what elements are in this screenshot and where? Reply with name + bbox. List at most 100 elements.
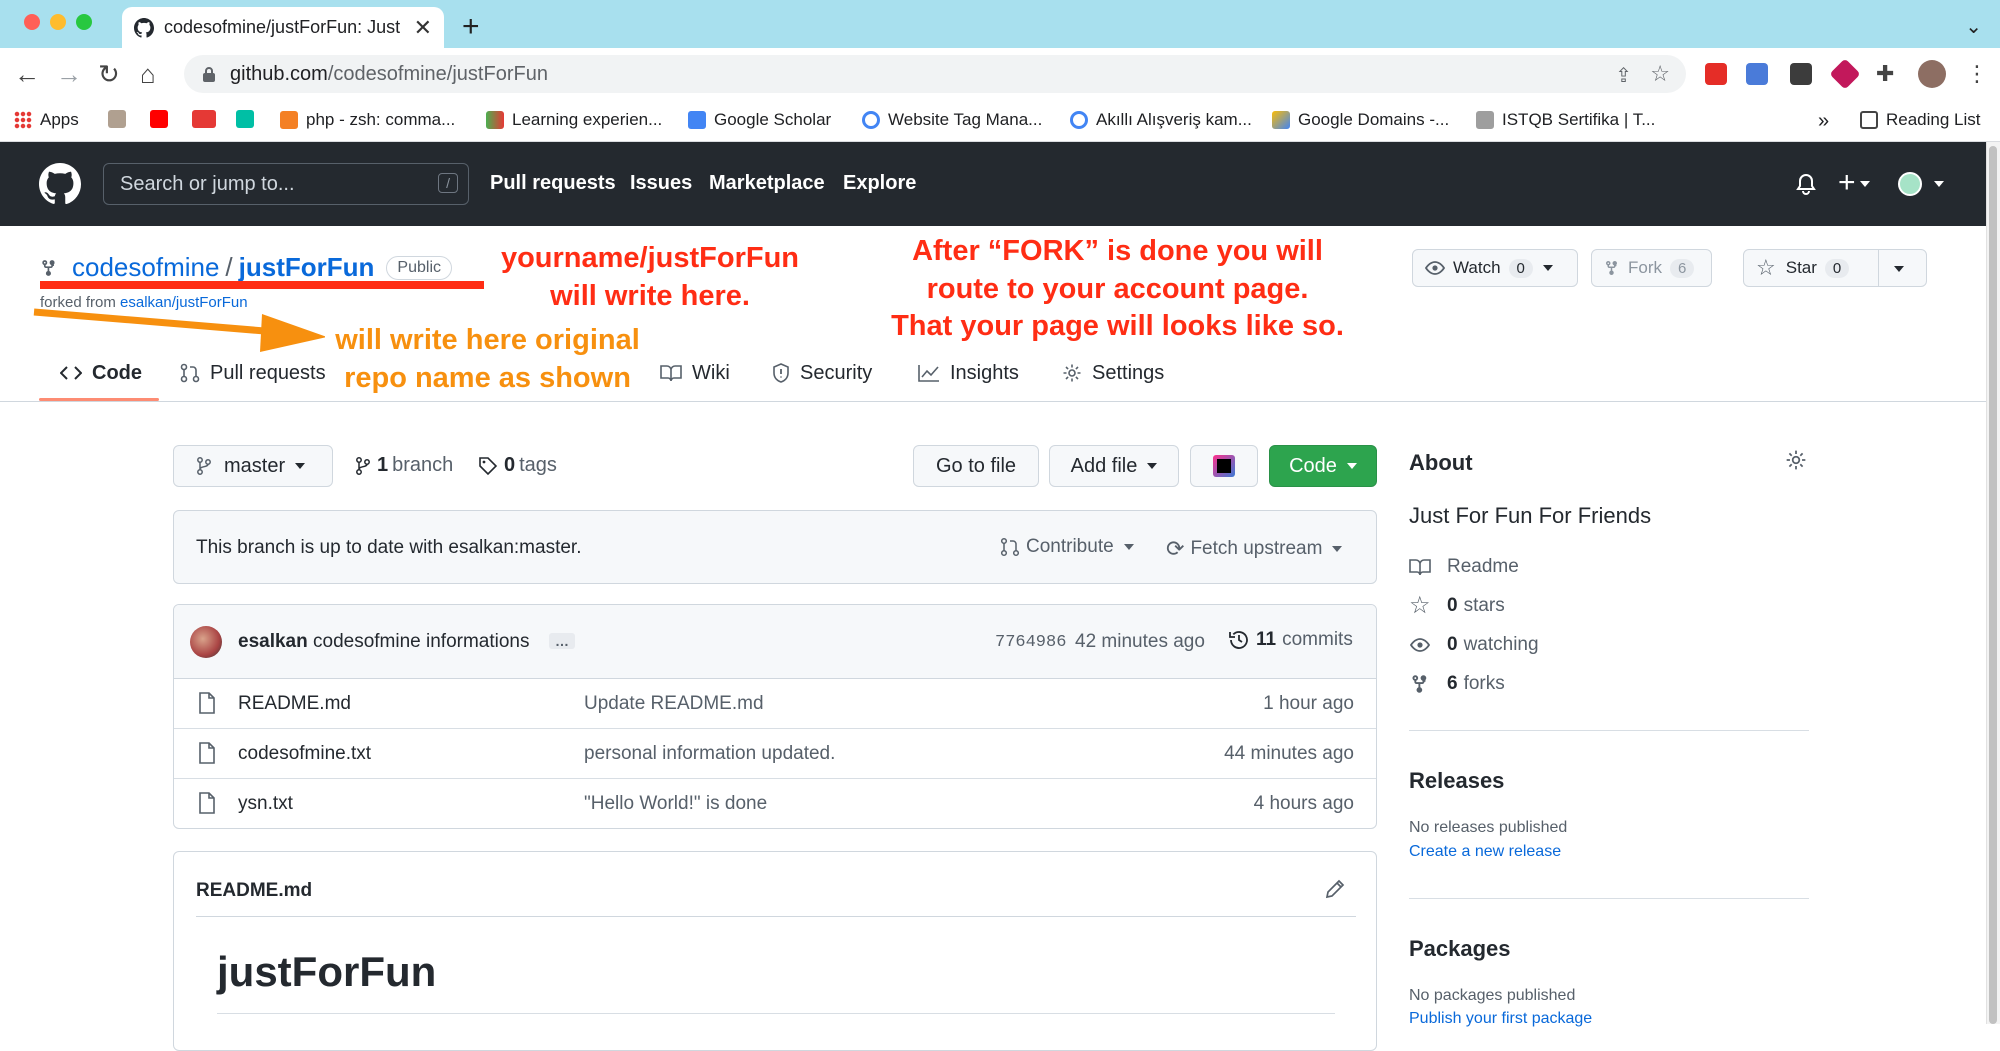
bookmark-learning[interactable]: Learning experien... [486,110,662,130]
bookmark-google-domains[interactable]: Google Domains -... [1272,110,1449,130]
bookmarks-overflow-button[interactable]: » [1818,110,1829,133]
star-button[interactable]: ☆ Star 0 [1743,249,1927,287]
watch-button[interactable]: Watch 0 [1412,249,1578,287]
bookmark-a[interactable] [236,110,262,128]
go-to-file-button[interactable]: Go to file [913,445,1039,487]
commit-message-link[interactable]: codesofmine informations [313,631,530,653]
address-bar[interactable]: github.com/codesofmine/justForFun ⇪ ☆ [184,55,1686,93]
author-avatar[interactable] [190,626,222,658]
reload-icon[interactable]: ↻ [98,58,120,90]
notifications-bell-icon[interactable] [1796,173,1816,195]
fetch-upstream-button[interactable]: ⟳ Fetch upstream [1166,536,1343,562]
nav-pull-requests[interactable]: Pull requests [490,172,616,195]
pencil-edit-icon[interactable] [1324,878,1346,900]
sidebar-divider [1409,898,1809,899]
tab-wiki[interactable]: Wiki [660,356,730,390]
new-tab-button[interactable]: + [462,10,480,44]
page-scrollbar-thumb[interactable] [1989,146,1997,1024]
commits-count: 11 [1256,629,1277,650]
repo-name-link[interactable]: justForFun [239,252,375,283]
about-settings-gear-icon[interactable] [1785,449,1807,471]
publish-package-link[interactable]: Publish your first package [1409,1010,1592,1028]
file-row[interactable]: ysn.txt "Hello World!" is done 4 hours a… [174,779,1376,828]
file-row[interactable]: codesofmine.txt personal information upd… [174,729,1376,779]
bookmark-star-icon[interactable]: ☆ [1650,61,1670,87]
fork-button[interactable]: Fork 6 [1591,249,1712,287]
tab-close-icon[interactable]: ✕ [414,15,432,41]
bookmark-youtube[interactable] [150,110,176,128]
tab-search-chevron-icon[interactable]: ⌄ [1965,14,1982,39]
create-new-plus-icon[interactable]: + [1838,166,1870,200]
nav-issues[interactable]: Issues [630,172,692,195]
repo-owner-link[interactable]: codesofmine [72,252,219,283]
file-name-link[interactable]: ysn.txt [238,793,293,815]
create-release-link[interactable]: Create a new release [1409,843,1561,861]
fork-icon [1606,260,1617,276]
bookmark-icon-only-1[interactable] [108,110,134,128]
branch-select-button[interactable]: master [173,445,333,487]
stars-link[interactable]: ☆ 0 stars [1409,594,1505,618]
tab-pull-requests[interactable]: Pull requests [180,356,326,390]
watch-chevron-down-icon [1542,265,1553,271]
domains-favicon-icon [1272,111,1290,129]
translate-extension-icon[interactable] [1746,63,1768,85]
bookmark-scholar[interactable]: Google Scholar [688,110,831,130]
branches-link[interactable]: 1 branch [355,454,453,477]
nav-explore[interactable]: Explore [843,172,916,195]
annotation-after-fork: After “FORK” is done you will route to y… [885,229,1350,342]
tab-code[interactable]: Code [60,356,142,390]
bookmark-qa[interactable] [192,110,224,128]
star-list-chevron-down-icon[interactable] [1894,266,1904,272]
file-name-link[interactable]: codesofmine.txt [238,743,371,765]
forks-link[interactable]: 6 forks [1409,673,1505,695]
gem-extension-icon[interactable] [1829,58,1861,90]
contribute-button[interactable]: Contribute [1000,536,1134,558]
file-row[interactable]: README.md Update README.md 1 hour ago [174,679,1376,729]
close-window-button[interactable] [24,14,40,30]
bookmark-tag-manager[interactable]: Website Tag Mana... [862,110,1042,130]
tab-security[interactable]: Security [772,356,872,390]
open-in-ide-button[interactable] [1190,445,1258,487]
share-icon[interactable]: ⇪ [1615,63,1632,88]
home-icon[interactable]: ⌂ [140,58,156,90]
tab-insights[interactable]: Insights [918,356,1019,390]
search-input[interactable]: Search or jump to... / [103,163,469,205]
puzzle-extensions-icon[interactable]: ✚ [1876,63,1898,85]
profile-avatar[interactable] [1918,60,1946,88]
browser-tab-active[interactable]: codesofmine/justForFun: Just F ✕ [122,7,444,48]
bookmark-label: Website Tag Mana... [888,110,1043,129]
avatar-chevron-down-icon[interactable] [1934,181,1944,187]
bookmark-php[interactable]: php - zsh: comma... [280,110,455,130]
file-commit-message-link[interactable]: Update README.md [584,693,764,715]
file-commit-message-link[interactable]: personal information updated. [584,743,835,765]
commit-author-link[interactable]: esalkan [238,631,308,653]
youtube-extension-icon[interactable] [1705,63,1727,85]
github-logo-icon[interactable] [39,163,81,205]
releases-heading[interactable]: Releases [1409,768,1504,794]
readme-link[interactable]: Readme [1409,556,1519,578]
commits-history-link[interactable]: 11 commits [1228,629,1353,651]
user-avatar[interactable] [1898,172,1922,196]
back-arrow-icon[interactable]: ← [14,58,40,90]
file-name-link[interactable]: README.md [238,693,351,715]
selenium-extension-icon[interactable] [1790,63,1812,85]
file-commit-message-link[interactable]: "Hello World!" is done [584,793,767,815]
watch-count: 0 [1508,258,1533,278]
bookmark-apps[interactable]: Apps [14,110,79,130]
code-download-button[interactable]: Code [1269,445,1377,487]
bookmark-istqb[interactable]: ISTQB Sertifika | T... [1476,110,1655,130]
commit-expand-button[interactable]: … [549,633,575,649]
reading-list-button[interactable]: Reading List [1860,110,1981,130]
tab-settings[interactable]: Settings [1062,356,1164,390]
minimize-window-button[interactable] [50,14,66,30]
add-file-button[interactable]: Add file [1049,445,1179,487]
watching-link[interactable]: 0 watching [1409,634,1539,656]
maximize-window-button[interactable] [76,14,92,30]
nav-marketplace[interactable]: Marketplace [709,172,825,195]
bookmark-alisveris[interactable]: Akıllı Alışveriş kam... [1070,110,1252,130]
forward-arrow-icon[interactable]: → [56,58,82,90]
commit-sha-link[interactable]: 7764986 [995,633,1066,652]
packages-heading[interactable]: Packages [1409,936,1511,962]
tags-link[interactable]: 0 tags [478,454,557,477]
browser-menu-icon[interactable]: ⋮ [1966,58,1988,90]
